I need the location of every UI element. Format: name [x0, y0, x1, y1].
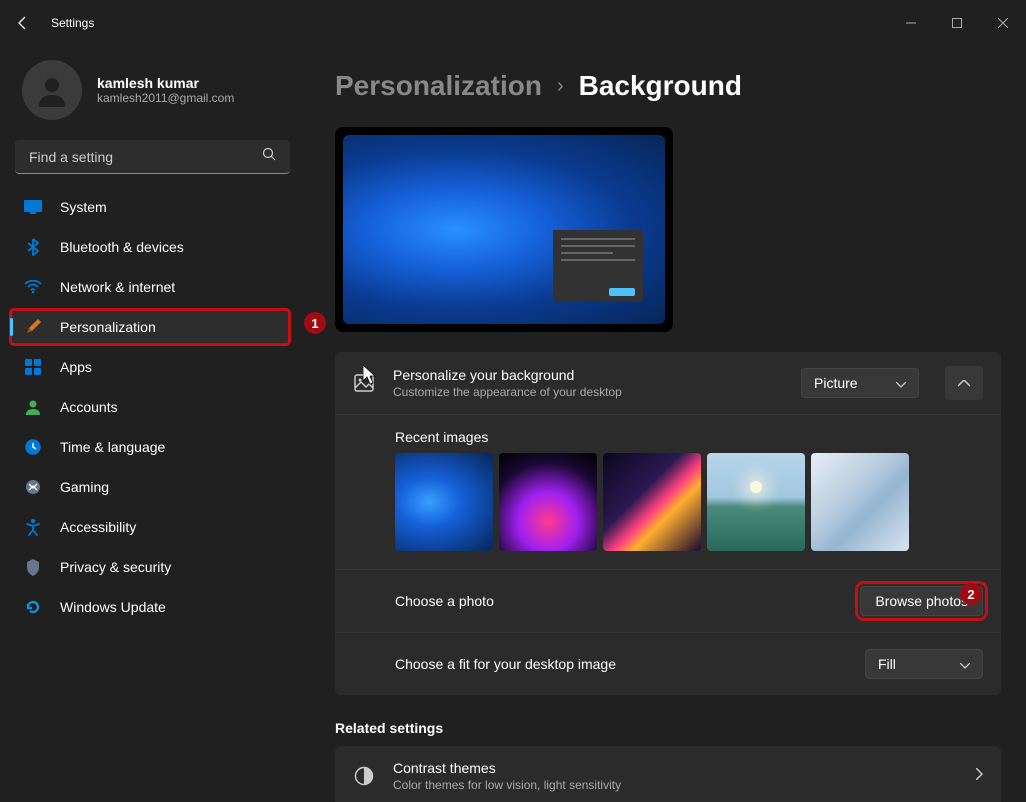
back-button[interactable]: [15, 15, 31, 31]
recent-images-label: Recent images: [395, 429, 983, 445]
background-type-dropdown[interactable]: Picture: [801, 368, 919, 398]
personalize-subtitle: Customize the appearance of your desktop: [393, 385, 783, 399]
search-box[interactable]: [15, 140, 290, 174]
annotation-badge-1: 1: [304, 312, 326, 334]
sidebar-item-label: System: [60, 199, 107, 215]
maximize-button[interactable]: [934, 7, 980, 39]
recent-image-thumb[interactable]: [499, 453, 597, 551]
dropdown-value: Picture: [814, 375, 858, 391]
sidebar-item-label: Privacy & security: [60, 559, 171, 575]
preview-sample-window: [553, 230, 643, 302]
paintbrush-icon: [24, 318, 42, 336]
sidebar-item-bluetooth[interactable]: Bluetooth & devices: [10, 229, 290, 265]
search-icon: [262, 147, 276, 166]
user-account-block[interactable]: kamlesh kumar kamlesh2011@gmail.com: [10, 55, 300, 140]
related-settings-heading: Related settings: [335, 720, 1001, 736]
choose-fit-label: Choose a fit for your desktop image: [395, 656, 865, 672]
sidebar-item-personalization[interactable]: Personalization: [10, 309, 290, 345]
titlebar: Settings: [0, 0, 1026, 45]
breadcrumb-parent[interactable]: Personalization: [335, 70, 542, 102]
shield-icon: [24, 558, 42, 576]
chevron-right-icon: [976, 767, 983, 785]
recent-image-thumb[interactable]: [707, 453, 805, 551]
sidebar-item-label: Apps: [60, 359, 92, 375]
clock-icon: [24, 438, 42, 456]
recent-image-thumb[interactable]: [603, 453, 701, 551]
sidebar-item-windows-update[interactable]: Windows Update: [10, 589, 290, 625]
user-email: kamlesh2011@gmail.com: [97, 91, 234, 105]
sidebar-item-label: Gaming: [60, 479, 109, 495]
sidebar: kamlesh kumar kamlesh2011@gmail.com Syst…: [0, 45, 300, 802]
sidebar-item-network[interactable]: Network & internet: [10, 269, 290, 305]
breadcrumb-current: Background: [579, 70, 742, 102]
sidebar-item-label: Windows Update: [60, 599, 166, 615]
sidebar-item-privacy[interactable]: Privacy & security: [10, 549, 290, 585]
wifi-icon: [24, 278, 42, 296]
contrast-icon: [353, 766, 375, 786]
sidebar-item-label: Accounts: [60, 399, 118, 415]
nav: System Bluetooth & devices Network & int…: [10, 189, 300, 625]
chevron-down-icon: [896, 375, 906, 391]
close-button[interactable]: [980, 7, 1026, 39]
user-name: kamlesh kumar: [97, 75, 234, 91]
gaming-icon: [24, 478, 42, 496]
dropdown-value: Fill: [878, 656, 896, 672]
sidebar-item-apps[interactable]: Apps: [10, 349, 290, 385]
sidebar-item-gaming[interactable]: Gaming: [10, 469, 290, 505]
annotation-badge-2: 2: [960, 583, 982, 605]
breadcrumb: Personalization › Background: [335, 70, 1001, 102]
bluetooth-icon: [24, 238, 42, 256]
contrast-themes-row[interactable]: Contrast themes Color themes for low vis…: [335, 746, 1001, 802]
sidebar-item-label: Accessibility: [60, 519, 136, 535]
sidebar-item-accounts[interactable]: Accounts: [10, 389, 290, 425]
contrast-title: Contrast themes: [393, 760, 958, 776]
sidebar-item-system[interactable]: System: [10, 189, 290, 225]
accessibility-icon: [24, 518, 42, 536]
chevron-down-icon: [960, 656, 970, 672]
update-icon: [24, 598, 42, 616]
main-content: Personalization › Background Personalize…: [300, 45, 1026, 802]
choose-photo-label: Choose a photo: [395, 593, 860, 609]
collapse-section-button[interactable]: [945, 366, 983, 400]
search-input[interactable]: [29, 149, 262, 165]
system-icon: [24, 198, 42, 216]
personalize-title: Personalize your background: [393, 367, 783, 383]
sidebar-item-accessibility[interactable]: Accessibility: [10, 509, 290, 545]
chevron-right-icon: ›: [557, 75, 564, 98]
app-title: Settings: [51, 16, 94, 30]
person-icon: [24, 398, 42, 416]
minimize-button[interactable]: [888, 7, 934, 39]
background-preview: [335, 127, 673, 332]
sidebar-item-label: Network & internet: [60, 279, 175, 295]
recent-image-thumb[interactable]: [395, 453, 493, 551]
personalize-panel: Personalize your background Customize th…: [335, 352, 1001, 695]
apps-icon: [24, 358, 42, 376]
avatar: [22, 60, 82, 120]
sidebar-item-label: Bluetooth & devices: [60, 239, 184, 255]
recent-images-list: [395, 453, 983, 551]
fit-dropdown[interactable]: Fill: [865, 649, 983, 679]
recent-image-thumb[interactable]: [811, 453, 909, 551]
sidebar-item-label: Time & language: [60, 439, 165, 455]
sidebar-item-time-language[interactable]: Time & language: [10, 429, 290, 465]
sidebar-item-label: Personalization: [60, 319, 156, 335]
image-icon: [353, 374, 375, 392]
contrast-subtitle: Color themes for low vision, light sensi…: [393, 778, 958, 792]
